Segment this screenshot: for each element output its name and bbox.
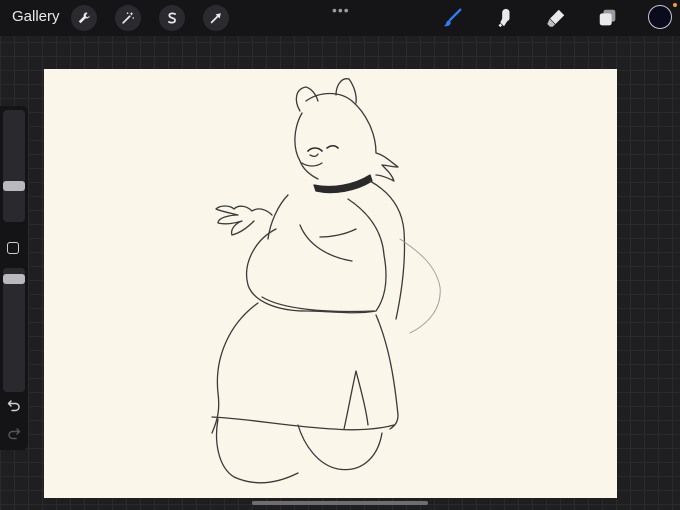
- sketch-muzzle: [301, 162, 323, 167]
- sketch-top-hem: [261, 296, 375, 313]
- sketch-dress-left: [211, 302, 259, 434]
- status-dot: [673, 3, 677, 7]
- brush-opacity-slider[interactable]: [3, 268, 25, 392]
- sketch-leg-right: [297, 424, 383, 471]
- more-options-handle[interactable]: •••: [332, 2, 350, 18]
- brush-icon: [443, 8, 462, 27]
- layers-icon: [599, 9, 616, 26]
- smudge-icon: [498, 8, 510, 28]
- eraser-icon: [547, 9, 565, 27]
- sketch-mouth: [309, 153, 319, 158]
- smudge-button[interactable]: [491, 5, 517, 31]
- adjustments-button[interactable]: [115, 5, 141, 31]
- brush-size-knob[interactable]: [3, 181, 25, 192]
- selection-icon: [168, 12, 176, 24]
- brush-button[interactable]: [439, 5, 465, 31]
- sketch-leg-left: [215, 418, 299, 484]
- sketch-drawing: [211, 78, 441, 484]
- sketch-chest: [246, 198, 387, 314]
- sketch-chest-detail: [299, 224, 357, 262]
- wrench-icon: [78, 12, 90, 24]
- drawing-canvas[interactable]: [44, 69, 617, 498]
- eraser-button[interactable]: [543, 5, 569, 31]
- transform-arrow-icon: [210, 13, 221, 24]
- sketch-eyes: [307, 144, 339, 152]
- sketch-ear-right: [335, 78, 357, 104]
- brush-opacity-knob[interactable]: [3, 273, 25, 284]
- actions-button[interactable]: [71, 5, 97, 31]
- redo-icon[interactable]: [7, 426, 21, 440]
- sketch-collar: [313, 174, 373, 194]
- sketch-tail: [399, 238, 441, 334]
- sketch-hand: [215, 205, 273, 236]
- layers-button[interactable]: [595, 5, 621, 31]
- top-toolbar: Gallery •••: [0, 0, 680, 36]
- brush-size-slider[interactable]: [3, 110, 25, 222]
- home-indicator[interactable]: [252, 501, 428, 505]
- undo-icon[interactable]: [7, 398, 21, 412]
- sketch-face-left: [294, 112, 319, 180]
- gallery-button[interactable]: Gallery: [12, 8, 60, 25]
- sketch-back-right: [369, 180, 406, 320]
- sketch-head-outline: [305, 92, 399, 182]
- modify-button[interactable]: [7, 242, 19, 254]
- brush-sidebar: [0, 106, 28, 450]
- color-picker-button[interactable]: [648, 5, 672, 29]
- selection-button[interactable]: [159, 5, 185, 31]
- magic-wand-icon: [122, 11, 135, 24]
- sketch-dress-right: [375, 314, 399, 430]
- sketch-ear-left: [295, 86, 319, 112]
- transform-button[interactable]: [203, 5, 229, 31]
- sketch-dress-slit: [343, 370, 369, 430]
